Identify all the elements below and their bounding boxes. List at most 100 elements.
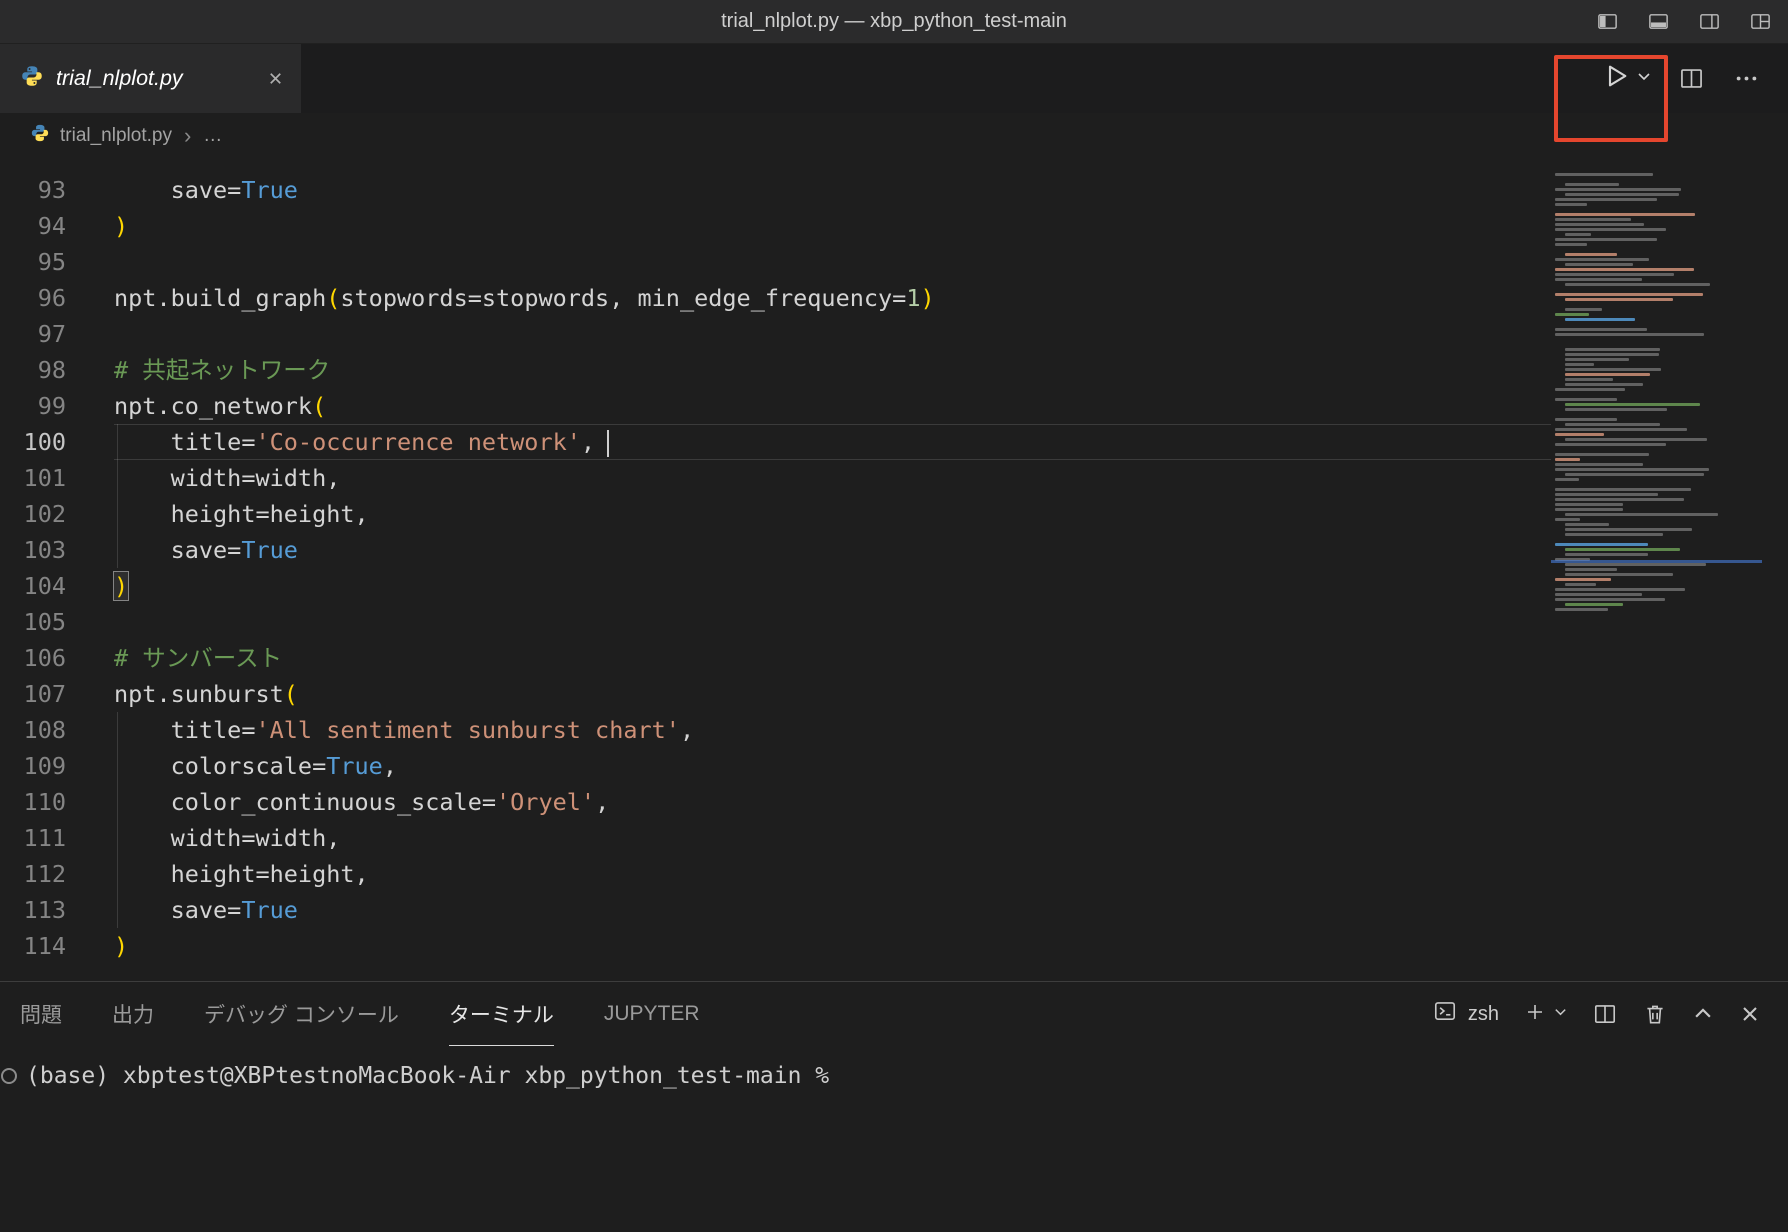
minimap-line <box>1555 333 1704 336</box>
split-editor-icon[interactable] <box>1678 65 1705 92</box>
code-text[interactable]: npt.sunburst( <box>114 676 1551 712</box>
close-panel-icon[interactable] <box>1738 1002 1762 1026</box>
minimap-line <box>1555 468 1709 471</box>
titlebar-layout-controls <box>1596 0 1772 43</box>
code-line-97[interactable]: 97 <box>0 316 1551 352</box>
minimap-line <box>1565 573 1673 576</box>
code-text[interactable]: title='Co-occurrence network', <box>114 424 1551 460</box>
terminal-prompt[interactable]: (base) xbptest@XBPtestnoMacBook-Air xbp_… <box>26 1063 829 1089</box>
code-text[interactable]: ) <box>114 208 1551 244</box>
code-text[interactable]: # サンバースト <box>114 640 1551 676</box>
code-line-111[interactable]: 111 width=width, <box>0 820 1551 856</box>
breadcrumb-more[interactable]: … <box>203 125 222 147</box>
code-text[interactable]: save=True <box>114 892 1551 928</box>
customize-layout-icon[interactable] <box>1749 10 1772 33</box>
new-terminal-icon[interactable] <box>1523 1000 1547 1029</box>
code-text[interactable]: height=height, <box>114 856 1551 892</box>
code-text[interactable]: color_continuous_scale='Oryel', <box>114 784 1551 820</box>
panel-tab-debug-console[interactable]: デバッグ コンソール <box>204 982 399 1046</box>
code-text[interactable]: width=width, <box>114 460 1551 496</box>
terminal-panel[interactable]: (base) xbptest@XBPtestnoMacBook-Air xbp_… <box>0 1046 1788 1091</box>
code-text[interactable]: # 共起ネットワーク <box>114 352 1551 388</box>
minimap-line <box>1555 213 1695 216</box>
code-text[interactable]: title='All sentiment sunburst chart', <box>114 712 1551 748</box>
minimap-line <box>1555 258 1649 261</box>
split-terminal-icon[interactable] <box>1592 1001 1618 1027</box>
code-token: title= <box>114 716 256 744</box>
run-python-file-button[interactable] <box>1600 60 1632 97</box>
minimap-line <box>1565 523 1609 526</box>
minimap-line <box>1555 433 1604 436</box>
line-number: 107 <box>23 680 66 708</box>
text-cursor <box>607 430 610 457</box>
code-pane[interactable]: 93 save=True 94) 95 96 npt.build_graph(stopw… <box>0 159 1551 981</box>
code-token: , <box>679 716 695 744</box>
maximize-panel-icon[interactable] <box>1692 1003 1714 1025</box>
code-text[interactable]: colorscale=True, <box>114 748 1551 784</box>
panel-tab-problems[interactable]: 問題 <box>20 982 62 1046</box>
breadcrumb: trial_nlplot.py › … <box>0 113 1788 159</box>
close-tab-icon[interactable] <box>266 69 285 88</box>
toggle-secondary-sidebar-icon[interactable] <box>1698 10 1721 33</box>
code-text[interactable]: npt.build_graph(stopwords=stopwords, min… <box>114 280 1551 316</box>
tab-trial-nlplot[interactable]: trial_nlplot.py <box>0 44 301 113</box>
code-token: 'Oryel' <box>496 788 596 816</box>
code-text[interactable]: height=height, <box>114 496 1551 532</box>
code-text[interactable]: width=width, <box>114 820 1551 856</box>
line-number: 98 <box>37 356 66 384</box>
code-token: , <box>382 752 397 780</box>
terminal-profile-chevron-icon[interactable] <box>1553 1004 1568 1024</box>
toggle-primary-sidebar-icon[interactable] <box>1596 10 1619 33</box>
code-text[interactable] <box>114 316 1551 352</box>
code-line-108[interactable]: 108 title='All sentiment sunburst chart'… <box>0 712 1551 748</box>
code-line-106[interactable]: 106 # サンバースト <box>0 640 1551 676</box>
code-line-112[interactable]: 112 height=height, <box>0 856 1551 892</box>
code-line-104[interactable]: 104) <box>0 568 1551 604</box>
minimap-line <box>1565 533 1663 536</box>
code-line-109[interactable]: 109 colorscale=True, <box>0 748 1551 784</box>
toggle-panel-icon[interactable] <box>1647 10 1670 33</box>
command-decoration-icon <box>1 1068 17 1084</box>
panel-tab-terminal[interactable]: ターミナル <box>448 982 554 1046</box>
code-text[interactable]: save=True <box>114 172 1551 208</box>
code-line-93[interactable]: 93 save=True <box>0 172 1551 208</box>
code-line-103[interactable]: 103 save=True <box>0 532 1551 568</box>
code-line-107[interactable]: 107 npt.sunburst( <box>0 676 1551 712</box>
code-line-96[interactable]: 96 npt.build_graph(stopwords=stopwords, m… <box>0 280 1551 316</box>
code-text[interactable] <box>114 244 1551 280</box>
code-line-101[interactable]: 101 width=width, <box>0 460 1551 496</box>
code-line-94[interactable]: 94) <box>0 208 1551 244</box>
code-text[interactable]: npt.co_network( <box>114 388 1551 424</box>
code-token: colorscale= <box>114 752 327 780</box>
minimap[interactable] <box>1551 159 1788 981</box>
code-line-105[interactable]: 105 <box>0 604 1551 640</box>
code-text[interactable]: save=True <box>114 532 1551 568</box>
panel-tab-jupyter[interactable]: JUPYTER <box>604 982 700 1046</box>
panel-tab-output[interactable]: 出力 <box>112 982 154 1046</box>
line-number: 96 <box>37 284 66 312</box>
code-line-100[interactable]: 100 title='Co-occurrence network', <box>0 424 1551 460</box>
code-token: title= <box>114 428 256 456</box>
code-line-95[interactable]: 95 <box>0 244 1551 280</box>
code-token: ) <box>114 932 129 960</box>
minimap-line <box>1565 183 1619 186</box>
code-line-113[interactable]: 113 save=True <box>0 892 1551 928</box>
code-line-99[interactable]: 99 npt.co_network( <box>0 388 1551 424</box>
code-text[interactable]: ) <box>114 928 1551 964</box>
code-line-114[interactable]: 114) <box>0 928 1551 964</box>
code-text[interactable]: ) <box>112 568 1551 604</box>
terminal-shell-selector[interactable]: zsh <box>1432 998 1499 1030</box>
kill-terminal-icon[interactable] <box>1642 1001 1668 1027</box>
minimap-line <box>1555 248 1758 251</box>
breadcrumb-file[interactable]: trial_nlplot.py <box>60 125 172 147</box>
code-text[interactable] <box>114 604 1551 640</box>
code-line-102[interactable]: 102 height=height, <box>0 496 1551 532</box>
line-number: 112 <box>23 860 66 888</box>
minimap-line <box>1565 353 1659 356</box>
more-actions-icon[interactable] <box>1733 65 1760 92</box>
code-line-98[interactable]: 98 # 共起ネットワーク <box>0 352 1551 388</box>
editor-actions <box>1600 44 1788 113</box>
code-line-110[interactable]: 110 color_continuous_scale='Oryel', <box>0 784 1551 820</box>
run-dropdown-chevron-icon[interactable] <box>1636 68 1652 89</box>
minimap-line <box>1555 488 1691 491</box>
